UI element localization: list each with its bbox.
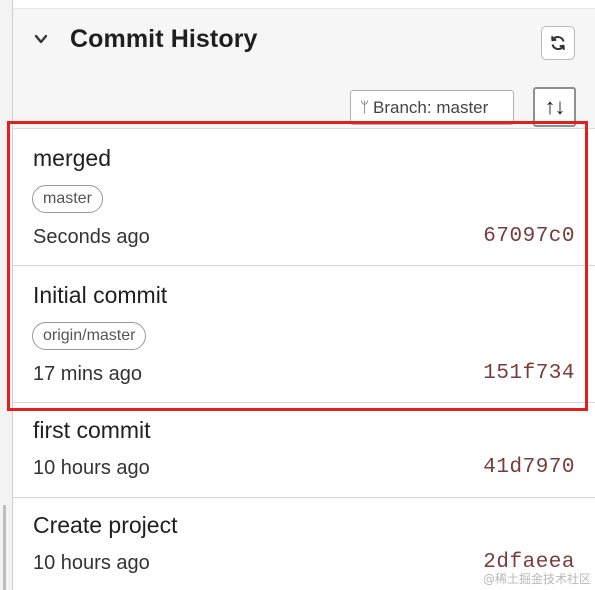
commit-history-panel: Commit History ᛘ Branch: master ↑↓ merge… xyxy=(13,0,595,590)
branch-label: Branch: master xyxy=(373,97,489,117)
commit-time: 17 mins ago xyxy=(33,363,142,385)
sort-icon: ↑↓ xyxy=(544,94,566,119)
ref-badge: origin/master xyxy=(32,322,147,350)
watermark: @稀土掘金技术社区 xyxy=(482,572,591,586)
commit-row[interactable]: Initial commit origin/master 17 mins ago… xyxy=(13,266,595,403)
commit-row[interactable]: first commit 10 hours ago 41d7970 xyxy=(13,403,595,498)
branch-icon: ᛘ xyxy=(360,99,370,116)
commit-time: 10 hours ago xyxy=(33,457,150,479)
panel-header: Commit History xyxy=(13,9,595,73)
commit-time: 10 hours ago xyxy=(33,552,150,574)
left-rail xyxy=(0,0,13,590)
refresh-icon xyxy=(551,35,565,51)
commit-history-window: Commit History ᛘ Branch: master ↑↓ merge… xyxy=(0,0,595,590)
commit-row[interactable]: merged master Seconds ago 67097c0 xyxy=(13,129,595,266)
commit-message: Create project xyxy=(33,512,178,538)
commit-message: first commit xyxy=(33,417,151,443)
scrollbar-thumb[interactable] xyxy=(3,505,6,590)
top-divider xyxy=(13,0,595,9)
commit-list: merged master Seconds ago 67097c0 Initia… xyxy=(13,129,595,590)
commit-time: Seconds ago xyxy=(33,226,150,248)
commit-hash[interactable]: 151f734 xyxy=(483,362,575,385)
ref-badge: master xyxy=(32,185,103,213)
commit-message: merged xyxy=(33,145,111,171)
panel-title: Commit History xyxy=(70,25,258,53)
history-toolbar: ᛘ Branch: master ↑↓ xyxy=(13,73,595,129)
sort-order-button[interactable]: ↑↓ xyxy=(533,87,576,127)
branch-selector[interactable]: ᛘ Branch: master xyxy=(350,90,514,125)
commit-hash[interactable]: 67097c0 xyxy=(483,225,575,248)
refresh-button[interactable] xyxy=(541,26,575,60)
commit-message: Initial commit xyxy=(33,282,168,308)
commit-hash[interactable]: 41d7970 xyxy=(483,456,575,479)
chevron-down-icon[interactable] xyxy=(33,31,49,47)
